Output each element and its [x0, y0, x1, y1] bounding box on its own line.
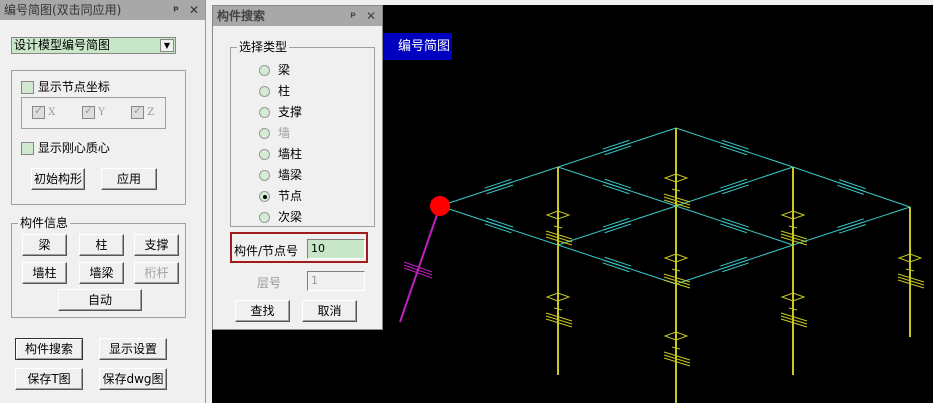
type-radio-5[interactable]: 墙梁: [259, 166, 302, 184]
find-button[interactable]: 查找: [235, 300, 290, 322]
radio-label: 节点: [278, 189, 303, 203]
show-rigid-mass-checkbox[interactable]: 显示刚心质心: [21, 139, 110, 156]
label: X: [48, 107, 56, 118]
id-label: 构件/节点号: [234, 244, 299, 258]
dialog-titlebar: 构件搜索 ᵖ ✕: [213, 6, 382, 26]
radio-label: 柱: [278, 84, 291, 98]
type-radio-3[interactable]: 墙: [259, 124, 290, 142]
radio-label: 支撑: [278, 105, 303, 119]
component-search-button[interactable]: 构件搜索: [15, 338, 83, 360]
wall-beam-button[interactable]: 墙梁: [79, 262, 124, 284]
radio-button[interactable]: [259, 170, 270, 181]
numbering-panel: 编号简图(双击同应用) ᵖ ✕ 设计模型编号简图 ▼ 显示节点坐标 X Y Z 显…: [0, 0, 206, 403]
dialog-title: 构件搜索: [217, 9, 266, 23]
display-settings-button[interactable]: 显示设置: [99, 338, 167, 360]
apply-button[interactable]: 应用: [101, 168, 157, 190]
id-input[interactable]: 10: [307, 239, 365, 259]
panel-titlebar: 编号简图(双击同应用) ᵖ ✕: [0, 0, 205, 20]
checkbox[interactable]: [21, 142, 34, 155]
wall-column-button[interactable]: 墙柱: [22, 262, 67, 284]
radio-label: 次梁: [278, 210, 303, 224]
column-button[interactable]: 柱: [79, 234, 124, 256]
label: Z: [147, 107, 155, 118]
label: 显示节点坐标: [37, 80, 110, 94]
radio-button[interactable]: [259, 191, 270, 202]
type-radio-6[interactable]: 节点: [259, 187, 302, 205]
highlighted-node: [430, 196, 450, 216]
save-dwg-button[interactable]: 保存dwg图: [99, 368, 167, 390]
brace: [399, 205, 441, 323]
checkbox[interactable]: [82, 104, 95, 119]
radio-button[interactable]: [259, 212, 270, 223]
floor-label: 层号: [257, 276, 282, 290]
radio-button[interactable]: [259, 86, 270, 97]
label: 显示刚心质心: [37, 141, 110, 155]
beam-button[interactable]: 梁: [22, 234, 67, 256]
panel-title: 编号简图(双击同应用): [4, 3, 122, 17]
show-node-coords-checkbox[interactable]: 显示节点坐标: [21, 78, 110, 95]
radio-button[interactable]: [259, 128, 270, 139]
pin-icon[interactable]: ᵖ: [173, 3, 179, 17]
group-label: 选择类型: [237, 40, 290, 54]
group-label: 构件信息: [18, 216, 71, 230]
type-radio-4[interactable]: 墙柱: [259, 145, 302, 163]
pin-icon[interactable]: ᵖ: [350, 9, 356, 23]
axis-y-checkbox[interactable]: Y: [82, 104, 105, 119]
checkbox[interactable]: [131, 104, 144, 119]
label: Y: [98, 107, 105, 118]
checkbox[interactable]: [32, 104, 45, 119]
radio-button[interactable]: [259, 65, 270, 76]
brace-button[interactable]: 支撑: [134, 234, 179, 256]
type-radio-2[interactable]: 支撑: [259, 103, 302, 121]
auto-button[interactable]: 自动: [58, 289, 142, 311]
radio-button[interactable]: [259, 149, 270, 160]
chevron-down-icon[interactable]: ▼: [160, 39, 174, 52]
radio-button[interactable]: [259, 107, 270, 118]
checkbox[interactable]: [21, 81, 34, 94]
model-select[interactable]: 设计模型编号简图 ▼: [11, 37, 176, 54]
initial-shape-button[interactable]: 初始构形: [31, 168, 85, 190]
axis-z-checkbox[interactable]: Z: [131, 104, 155, 119]
axis-x-checkbox[interactable]: X: [32, 104, 56, 119]
component-search-dialog: 构件搜索 ᵖ ✕ 选择类型 梁柱支撑墙墙柱 墙梁 节点 次梁 构件/节点号 10 层号 …: [212, 5, 383, 330]
radio-label: 梁: [278, 63, 291, 77]
type-radio-0[interactable]: 梁: [259, 61, 290, 79]
cancel-button[interactable]: 取消: [302, 300, 357, 322]
save-t-button[interactable]: 保存T图: [15, 368, 83, 390]
close-icon[interactable]: ✕: [366, 9, 376, 23]
select-value: 设计模型编号简图: [14, 38, 111, 52]
truss-button[interactable]: 桁杆: [134, 262, 179, 284]
floor-input[interactable]: 1: [307, 271, 365, 291]
radio-label: 墙柱: [278, 147, 303, 161]
radio-label: 墙: [278, 126, 291, 140]
type-radio-7[interactable]: 次梁: [259, 208, 302, 226]
type-radio-1[interactable]: 柱: [259, 82, 290, 100]
radio-label: 墙梁: [278, 168, 303, 182]
close-icon[interactable]: ✕: [189, 3, 199, 17]
type-group: 选择类型: [230, 40, 375, 227]
